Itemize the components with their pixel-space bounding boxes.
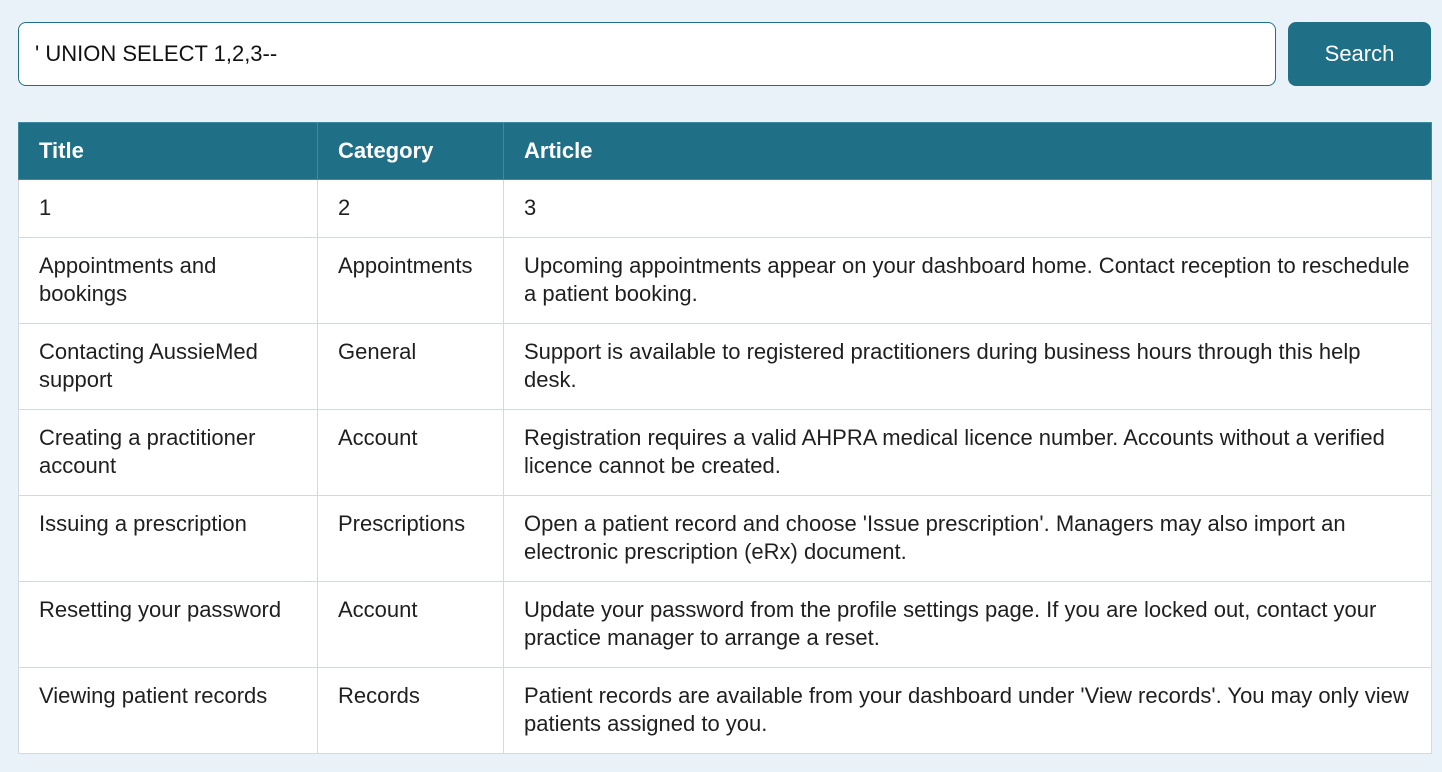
table-row: 1 2 3 xyxy=(18,179,1432,238)
column-header-title: Title xyxy=(18,122,318,180)
cell-article: Update your password from the profile se… xyxy=(503,581,1432,668)
cell-title: Issuing a prescription xyxy=(18,495,318,582)
cell-title: Contacting AussieMed support xyxy=(18,323,318,410)
cell-category: Records xyxy=(317,667,504,754)
results-table: Title Category Article 1 2 3 Appointment… xyxy=(18,122,1432,754)
cell-category: Account xyxy=(317,581,504,668)
table-header: Title Category Article xyxy=(18,122,1432,180)
cell-title: Appointments and bookings xyxy=(18,237,318,324)
cell-category: General xyxy=(317,323,504,410)
table-row: Viewing patient records Records Patient … xyxy=(18,667,1432,754)
cell-article: Upcoming appointments appear on your das… xyxy=(503,237,1432,324)
header-row: Title Category Article xyxy=(18,122,1432,180)
cell-category: Account xyxy=(317,409,504,496)
cell-title: Creating a practitioner account xyxy=(18,409,318,496)
column-header-category: Category xyxy=(317,122,504,180)
table-body: 1 2 3 Appointments and bookings Appointm… xyxy=(18,179,1432,754)
cell-title: Resetting your password xyxy=(18,581,318,668)
cell-title: Viewing patient records xyxy=(18,667,318,754)
table-row: Resetting your password Account Update y… xyxy=(18,581,1432,668)
cell-title: 1 xyxy=(18,179,318,238)
search-button[interactable]: Search xyxy=(1288,22,1431,86)
table-row: Issuing a prescription Prescriptions Ope… xyxy=(18,495,1432,582)
table-row: Contacting AussieMed support General Sup… xyxy=(18,323,1432,410)
cell-article: Open a patient record and choose 'Issue … xyxy=(503,495,1432,582)
cell-article: Patient records are available from your … xyxy=(503,667,1432,754)
cell-category: Appointments xyxy=(317,237,504,324)
search-input[interactable] xyxy=(18,22,1276,86)
table-row: Creating a practitioner account Account … xyxy=(18,409,1432,496)
search-bar: Search xyxy=(18,22,1431,86)
column-header-article: Article xyxy=(503,122,1432,180)
table-row: Appointments and bookings Appointments U… xyxy=(18,237,1432,324)
cell-category: Prescriptions xyxy=(317,495,504,582)
cell-article: Support is available to registered pract… xyxy=(503,323,1432,410)
cell-article: 3 xyxy=(503,179,1432,238)
cell-category: 2 xyxy=(317,179,504,238)
cell-article: Registration requires a valid AHPRA medi… xyxy=(503,409,1432,496)
